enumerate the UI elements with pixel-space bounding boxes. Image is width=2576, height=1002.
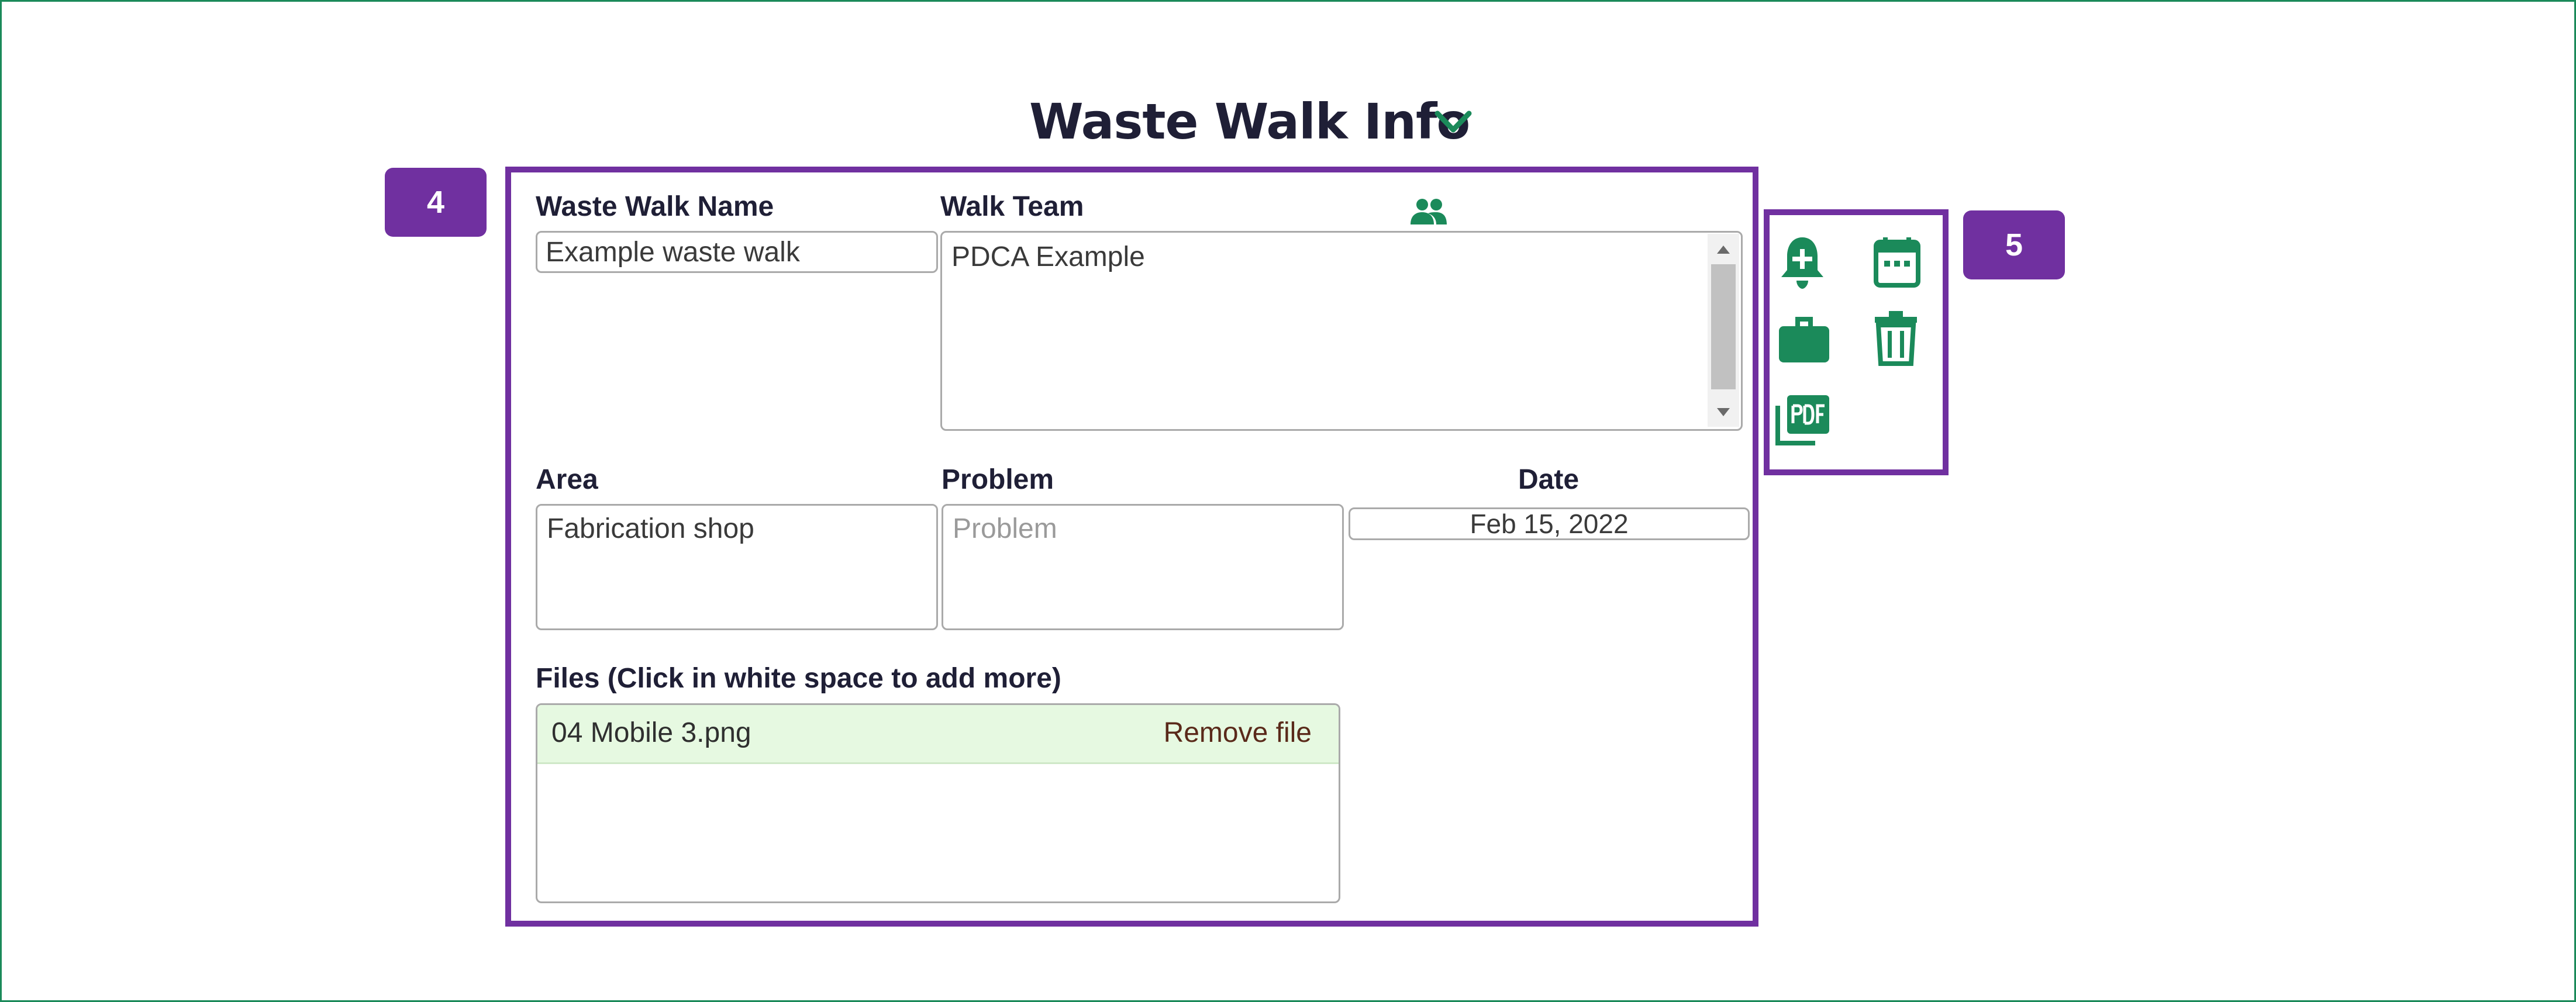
callout-badge-5: 5: [1963, 210, 2065, 279]
remove-file-link[interactable]: Remove file: [1164, 717, 1312, 749]
file-name: 04 Mobile 3.png: [551, 717, 751, 748]
trash-icon[interactable]: [1872, 310, 1919, 366]
problem-label: Problem: [942, 464, 1054, 495]
problem-textarea[interactable]: Problem: [942, 504, 1344, 630]
file-list-item: 04 Mobile 3.png Remove file: [537, 705, 1339, 764]
page-title: Waste Walk Info: [1029, 93, 1470, 150]
date-value: Feb 15, 2022: [1470, 509, 1629, 539]
calendar-icon[interactable]: [1872, 236, 1922, 288]
walk-team-label: Walk Team: [940, 191, 1084, 222]
walk-team-value: PDCA Example: [951, 241, 1145, 272]
problem-placeholder: Problem: [953, 513, 1057, 544]
add-alert-icon[interactable]: [1778, 234, 1827, 290]
pdf-icon[interactable]: [1775, 393, 1832, 445]
waste-walk-name-label: Waste Walk Name: [536, 191, 774, 222]
date-label: Date: [1518, 464, 1580, 495]
date-input[interactable]: Feb 15, 2022: [1349, 507, 1750, 540]
files-label: Files (Click in white space to add more): [536, 663, 1061, 694]
chevron-down-icon[interactable]: [1432, 104, 1475, 139]
waste-walk-name-input[interactable]: Example waste walk: [536, 231, 938, 273]
files-dropzone[interactable]: 04 Mobile 3.png Remove file: [536, 703, 1340, 903]
scroll-up-icon[interactable]: [1713, 241, 1733, 258]
walk-team-textarea[interactable]: PDCA Example: [940, 231, 1743, 431]
walk-team-scroll-thumb[interactable]: [1711, 264, 1736, 389]
area-textarea[interactable]: Fabrication shop: [536, 504, 938, 630]
area-value: Fabrication shop: [547, 513, 754, 544]
scroll-down-icon[interactable]: [1713, 403, 1733, 421]
area-label: Area: [536, 464, 598, 495]
briefcase-icon[interactable]: [1778, 315, 1830, 364]
waste-walk-name-value: Example waste walk: [546, 237, 800, 268]
callout-badge-4: 4: [385, 168, 487, 237]
people-icon[interactable]: [1408, 196, 1449, 226]
